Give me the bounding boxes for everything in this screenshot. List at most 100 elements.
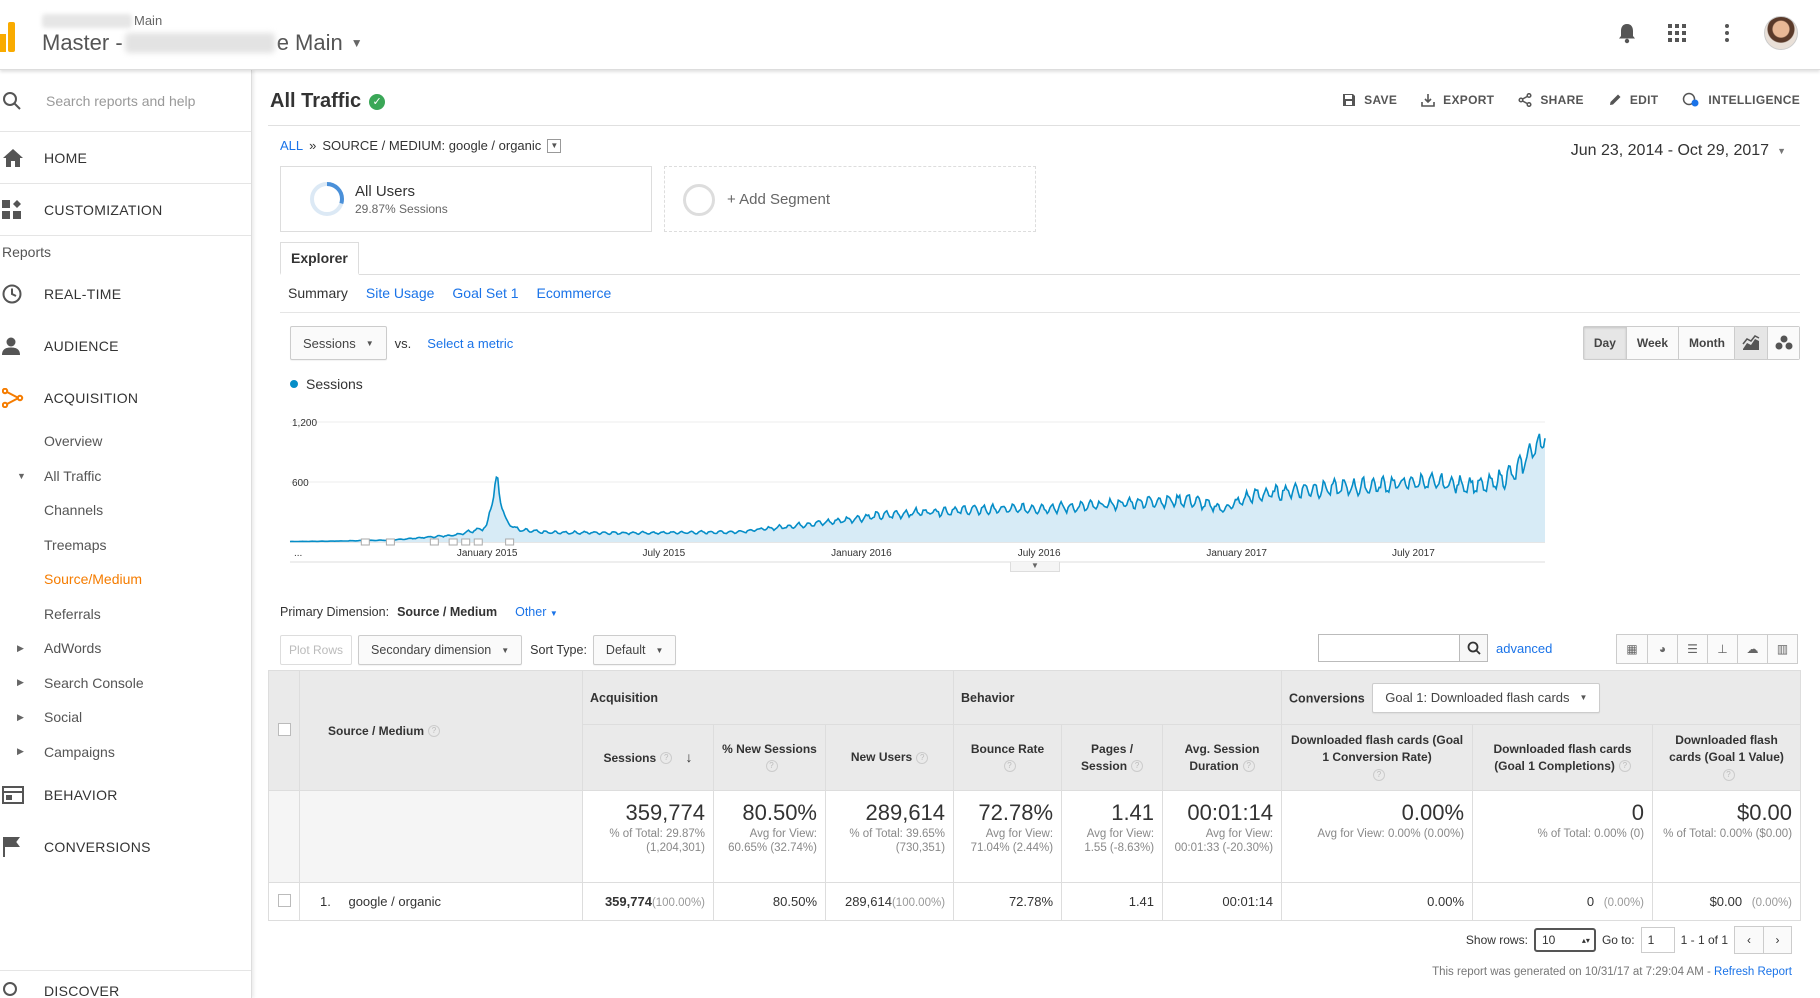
sidebar-item-all-traffic[interactable]: ▼ All Traffic	[0, 459, 251, 494]
data-table-view-icon[interactable]: ▦	[1617, 635, 1647, 663]
sidebar-item-customization[interactable]: CUSTOMIZATION	[0, 184, 251, 236]
subtab-summary[interactable]: Summary	[288, 285, 348, 301]
account-view-selector[interactable]: Master - e Main ▼	[42, 30, 363, 56]
help-icon[interactable]: ?	[1242, 760, 1255, 773]
column-header-bounce-rate[interactable]: Bounce Rate?	[953, 724, 1063, 791]
analytics-logo-icon[interactable]	[0, 18, 20, 52]
column-header-new-users[interactable]: New Users?	[824, 724, 955, 791]
next-page-button[interactable]: ›	[1763, 927, 1791, 953]
subtab-ecommerce[interactable]: Ecommerce	[537, 285, 612, 301]
search-icon[interactable]	[1459, 635, 1487, 661]
sidebar-item-label: REAL-TIME	[44, 286, 122, 302]
sidebar-item-source-medium[interactable]: Source/Medium	[0, 562, 251, 597]
bell-icon[interactable]	[1614, 20, 1640, 46]
advanced-filter-link[interactable]: advanced	[1496, 641, 1552, 656]
refresh-report-link[interactable]: Refresh Report	[1714, 966, 1792, 978]
date-range-picker[interactable]: Jun 23, 2014 - Oct 29, 2017 ▼	[1571, 142, 1786, 160]
metric-dropdown[interactable]: Sessions ▼	[290, 326, 387, 360]
sidebar-item-home[interactable]: HOME	[0, 132, 251, 184]
avatar[interactable]	[1764, 16, 1798, 50]
sidebar-item-discover[interactable]: DISCOVER	[0, 970, 251, 998]
breadcrumb-dropdown-icon[interactable]: ▼	[547, 138, 562, 153]
select-metric-link[interactable]: Select a metric	[427, 336, 513, 351]
sidebar-item-acquisition[interactable]: ACQUISITION	[0, 372, 251, 424]
sort-type-dropdown[interactable]: Default ▼	[592, 635, 677, 665]
intelligence-button[interactable]: INTELLIGENCE	[1682, 92, 1800, 108]
help-icon[interactable]: ?	[1131, 760, 1144, 773]
help-icon[interactable]: ?	[765, 760, 778, 773]
sidebar-item-adwords[interactable]: ▶ AdWords	[0, 631, 251, 666]
tab-explorer[interactable]: Explorer	[280, 242, 359, 275]
more-vertical-icon[interactable]	[1714, 20, 1740, 46]
column-header-goal1-conversion-rate[interactable]: Downloaded flash cards (Goal 1 Conversio…	[1281, 724, 1474, 791]
motion-chart-icon[interactable]	[1767, 327, 1799, 359]
pivot-view-icon[interactable]: ▥	[1767, 635, 1797, 663]
column-header-avg-session-duration[interactable]: Avg. Session Duration?	[1162, 724, 1283, 791]
pie-view-icon[interactable]: ◕	[1647, 635, 1677, 663]
period-week-button[interactable]: Week	[1625, 327, 1679, 359]
caret-down-icon: ▼	[655, 645, 664, 655]
secondary-dimension-dropdown[interactable]: Secondary dimension ▼	[358, 635, 523, 665]
prev-page-button[interactable]: ‹	[1735, 927, 1763, 953]
primary-dimension-other[interactable]: Other ▼	[515, 605, 558, 619]
sidebar-item-treemaps[interactable]: Treemaps	[0, 528, 251, 563]
dashboard-grid-icon	[0, 199, 44, 220]
sidebar-item-audience[interactable]: AUDIENCE	[0, 320, 251, 372]
add-segment-button[interactable]: + Add Segment	[664, 166, 1036, 232]
help-icon[interactable]: ?	[660, 752, 673, 765]
term-cloud-view-icon[interactable]: ☁	[1737, 635, 1767, 663]
sidebar-item-behavior[interactable]: BEHAVIOR	[0, 769, 251, 821]
edit-button[interactable]: EDIT	[1608, 92, 1659, 108]
sidebar-item-referrals[interactable]: Referrals	[0, 597, 251, 632]
sidebar-item-overview[interactable]: Overview	[0, 424, 251, 459]
chart-collapse-toggle[interactable]: ▼	[1010, 562, 1060, 572]
help-icon[interactable]: ?	[1003, 760, 1016, 773]
sidebar-item-channels[interactable]: Channels	[0, 493, 251, 528]
help-icon[interactable]: ?	[1373, 768, 1386, 781]
caret-right-icon: ▶	[17, 711, 24, 722]
plot-rows-button[interactable]: Plot Rows	[280, 635, 353, 665]
subtab-goal-set-1[interactable]: Goal Set 1	[452, 285, 518, 301]
period-month-button[interactable]: Month	[1678, 327, 1735, 359]
primary-dimension-selected[interactable]: Source / Medium	[397, 605, 497, 619]
help-icon[interactable]: ?	[916, 751, 929, 764]
column-header-goal1-completions[interactable]: Downloaded flash cards (Goal 1 Completio…	[1472, 724, 1654, 791]
help-icon[interactable]: ?	[428, 725, 441, 738]
goal-dropdown[interactable]: Goal 1: Downloaded flash cards ▼	[1372, 682, 1601, 713]
save-button[interactable]: SAVE	[1342, 92, 1397, 108]
column-header-pages-session[interactable]: Pages / Session?	[1061, 724, 1164, 791]
breadcrumb: ALL » SOURCE / MEDIUM: google / organic …	[280, 138, 562, 153]
apps-grid-icon[interactable]	[1664, 20, 1690, 46]
comparison-view-icon[interactable]: ⊥	[1707, 635, 1737, 663]
sessions-area	[290, 433, 1545, 542]
segment-all-users[interactable]: All Users 29.87% Sessions	[280, 166, 652, 232]
row-dimension-link[interactable]: google / organic	[348, 894, 441, 909]
sidebar-item-search-console[interactable]: ▶ Search Console	[0, 666, 251, 701]
share-button[interactable]: SHARE	[1518, 92, 1584, 108]
sidebar-item-social[interactable]: ▶ Social	[0, 700, 251, 735]
export-button[interactable]: EXPORT	[1421, 92, 1494, 108]
column-header-new-sessions[interactable]: % New Sessions?	[713, 724, 826, 791]
performance-view-icon[interactable]: ☰	[1677, 635, 1707, 663]
period-day-button[interactable]: Day	[1583, 327, 1626, 359]
goto-input[interactable]: 1	[1640, 927, 1675, 953]
show-rows-select[interactable]: 10 ▴▾	[1533, 928, 1596, 952]
search-input[interactable]	[46, 92, 236, 109]
chevron-down-icon: ▼	[350, 36, 363, 50]
help-icon[interactable]: ?	[1618, 760, 1631, 773]
subtabs-divider	[280, 312, 1800, 313]
column-header-sessions[interactable]: Sessions? ↓	[582, 724, 714, 791]
row-checkbox[interactable]	[277, 893, 291, 907]
column-header-source-medium[interactable]: Source / Medium?	[299, 670, 583, 791]
subtab-site-usage[interactable]: Site Usage	[366, 285, 434, 301]
sidebar-item-conversions[interactable]: CONVERSIONS	[0, 821, 251, 873]
line-chart-icon[interactable]	[1735, 327, 1767, 359]
sidebar-item-label: AdWords	[44, 640, 102, 657]
select-all-checkbox[interactable]	[277, 722, 291, 736]
table-search-input[interactable]	[1329, 635, 1459, 661]
sidebar-item-realtime[interactable]: REAL-TIME	[0, 268, 251, 320]
sidebar-item-campaigns[interactable]: ▶ Campaigns	[0, 735, 251, 770]
breadcrumb-all-link[interactable]: ALL	[280, 138, 303, 153]
column-header-goal1-value[interactable]: Downloaded flash cards (Goal 1 Value)?	[1652, 724, 1802, 791]
help-icon[interactable]: ?	[1722, 768, 1735, 781]
